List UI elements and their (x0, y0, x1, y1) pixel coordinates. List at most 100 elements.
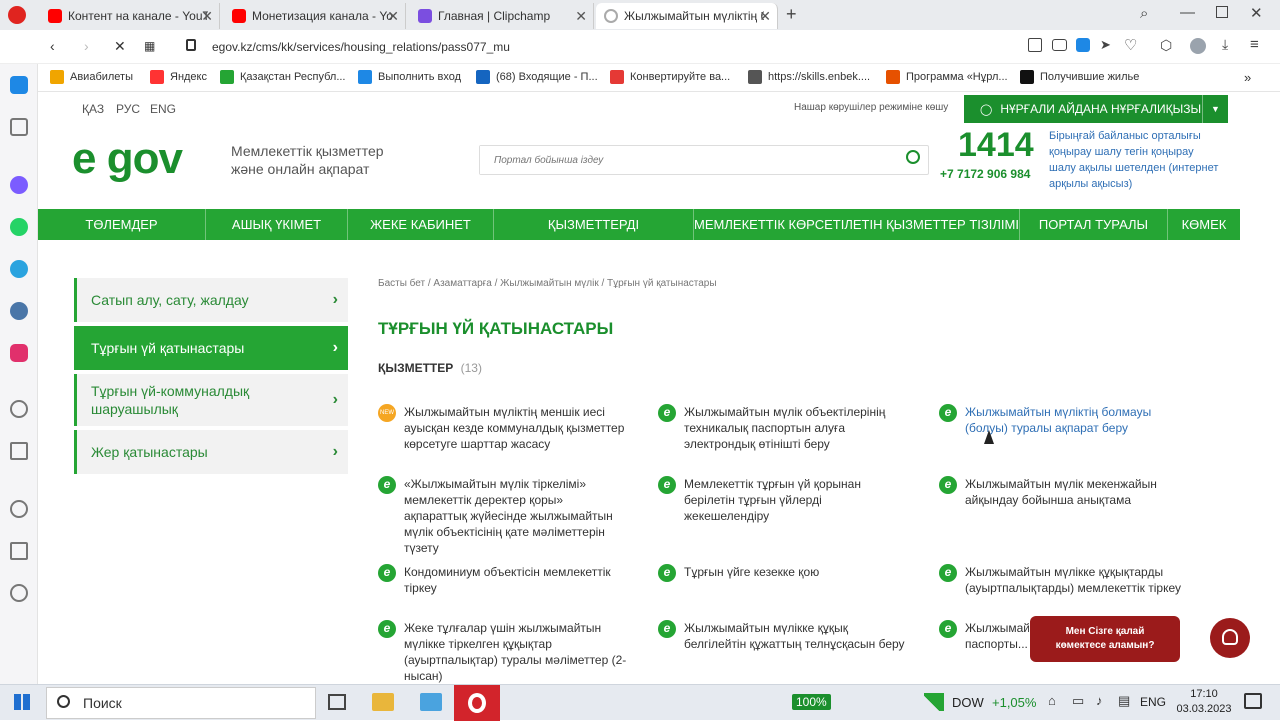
search-tabs-icon[interactable]: ⌕ (1140, 5, 1148, 22)
stock-name[interactable]: DOW (952, 695, 984, 710)
service-item-hover[interactable]: e Жылжымайтын мүліктің болмауы (болуы) ту… (939, 404, 1189, 436)
service-item[interactable]: e Жеке тұлғалар үшін жылжымайтын мүлікке … (378, 620, 628, 684)
avatar[interactable] (1190, 38, 1206, 54)
input-language[interactable]: ENG (1140, 695, 1166, 709)
user-menu[interactable]: ◯ НҰРҒАЛИ АЙДАНА НҰРҒАЛИҚЫЗЫ ▼ (964, 95, 1228, 123)
nav-service-registry[interactable]: МЕМЛЕКЕТТІК КӨРСЕТІЛЕТІН ҚЫЗМЕТТЕР ТІЗІЛ… (694, 209, 1020, 240)
nav-help[interactable]: КӨМЕК (1168, 209, 1240, 240)
bookmark-item[interactable]: (68) Входящие - П... (476, 70, 598, 84)
notifications-icon[interactable] (1244, 693, 1262, 709)
download-icon[interactable]: ⤓ (1222, 36, 1228, 53)
nav-payments[interactable]: ТӨЛЕМДЕР (38, 209, 206, 240)
bookmark-item[interactable]: Выполнить вход (358, 70, 461, 84)
battery-icon[interactable]: ▭ (1072, 693, 1084, 709)
file-explorer-icon[interactable] (372, 693, 394, 711)
shield-icon[interactable] (1076, 38, 1090, 52)
forward-button[interactable]: › (84, 38, 89, 54)
home-icon[interactable] (10, 76, 28, 94)
nav-open-government[interactable]: АШЫҚ ҮКІМЕТ (206, 209, 348, 240)
tab-clipchamp[interactable]: Главная | Clipchamp ✕ (410, 3, 594, 29)
task-view-icon[interactable] (328, 694, 346, 710)
cube-icon[interactable]: ⬡ (1160, 37, 1172, 54)
instagram-icon[interactable] (10, 344, 28, 362)
egov-logo[interactable]: e gov (72, 132, 183, 186)
left-menu-item[interactable]: Жер қатынастары › (74, 430, 348, 474)
service-item[interactable]: e Мемлекеттік тұрғын үй қорынан берілетін… (658, 476, 908, 524)
tab-youtube-content[interactable]: Контент на канале - YouTube ✕ (40, 3, 220, 29)
left-menu-item[interactable]: Сатып алу, сату, жалдау › (74, 278, 348, 322)
bookmark-item[interactable]: Авиабилеты (50, 70, 133, 84)
lang-kaz[interactable]: ҚАЗ (82, 102, 104, 116)
player-icon[interactable] (10, 400, 28, 418)
service-item[interactable]: e Кондоминиум объектісін мемлекеттік тірк… (378, 564, 628, 596)
close-tab-icon[interactable]: ✕ (387, 8, 399, 25)
heart-icon[interactable] (10, 500, 28, 518)
left-menu-item[interactable]: Тұрғын үй-коммуналдық шаруашылық › (74, 374, 348, 426)
taskbar-search[interactable]: Поиск (46, 687, 316, 719)
service-item[interactable]: e Жылжымайтын мүлікке құқық белгілейтін қ… (658, 620, 908, 652)
tab-egov-active[interactable]: Жылжымайтын мүліктің б ✕ (596, 3, 778, 29)
bookmark-item[interactable]: Қазақстан Республ... (220, 70, 345, 84)
heart-icon[interactable]: ♡ (1124, 36, 1137, 54)
service-item[interactable]: e Жылжымайтын мүлікке құқықтарды (ауыртпа… (939, 564, 1189, 596)
opera-logo-icon[interactable] (8, 6, 26, 24)
service-item[interactable]: e Жылжымайтын мүлік мекенжайын айқындау б… (939, 476, 1189, 508)
volume-icon[interactable]: ♪ (1096, 693, 1103, 708)
accessibility-link[interactable]: Нашар көрушілер режиміне көшу (794, 102, 948, 113)
service-item[interactable]: NEW Жылжымайтын мүліктің меншік иесі ауыс… (378, 404, 628, 452)
close-tab-icon[interactable]: ✕ (575, 8, 587, 25)
speed-dial-icon[interactable]: ▦ (144, 39, 155, 53)
windows-start-icon[interactable] (14, 694, 30, 710)
service-item[interactable]: e Тұрғын үйге кезекке қою (658, 564, 908, 582)
service-item[interactable]: e «Жылжымайтын мүлік тіркелімі» мемлекетт… (378, 476, 628, 556)
menu-icon[interactable]: ≡ (1250, 36, 1259, 53)
clock[interactable]: 17:10 03.03.2023 (1172, 687, 1236, 717)
lang-rus[interactable]: РУС (116, 102, 140, 116)
send-icon[interactable] (10, 442, 28, 460)
star-icon[interactable] (10, 118, 28, 136)
chevron-down-icon[interactable]: ▼ (1202, 95, 1228, 123)
edit-icon[interactable] (10, 542, 28, 560)
chat-bubble[interactable]: Мен Сізге қалай көмектесе аламын? (1030, 616, 1180, 662)
lang-eng[interactable]: ENG (150, 102, 176, 116)
back-button[interactable]: ‹ (50, 38, 55, 54)
app-icon[interactable] (420, 693, 442, 711)
chat-button[interactable] (1210, 618, 1250, 658)
more-bookmarks-icon[interactable]: » (1244, 70, 1251, 85)
camera-icon[interactable] (1052, 39, 1067, 51)
bookmark-item[interactable]: Яндекс (150, 70, 207, 84)
search-input[interactable] (480, 146, 900, 174)
bookmark-item[interactable]: Программа «Нұрл... (886, 70, 1008, 84)
stop-loading-button[interactable]: ✕ (114, 38, 126, 55)
new-tab-button[interactable]: + (786, 4, 797, 25)
edit-icon[interactable] (1028, 38, 1042, 52)
nav-approbation[interactable]: ҚЫЗМЕТТЕРДІ АПРОБАЦИЯЛАУ (494, 209, 694, 263)
bookmark-item[interactable]: Конвертируйте ва... (610, 70, 730, 84)
left-menu-item-active[interactable]: Тұрғын үй қатынастары › (74, 326, 348, 370)
url-input[interactable] (212, 36, 992, 58)
keyboard-icon[interactable]: ▤ (1118, 693, 1130, 709)
bookmark-item[interactable]: https://skills.enbek.... (748, 70, 870, 84)
search-icon[interactable] (906, 150, 920, 164)
minimize-button[interactable]: — (1180, 4, 1195, 21)
close-tab-icon[interactable]: ✕ (759, 8, 771, 25)
close-window-button[interactable]: ✕ (1250, 4, 1263, 22)
maximize-button[interactable] (1216, 6, 1228, 18)
messenger-icon[interactable] (10, 176, 28, 194)
bookmark-item[interactable]: Получившие жилье (1020, 70, 1139, 84)
nav-about[interactable]: ПОРТАЛ ТУРАЛЫ (1020, 209, 1168, 240)
vk-icon[interactable] (10, 302, 28, 320)
service-item[interactable]: e Жылжымай... паспорты... (939, 620, 1029, 652)
opera-taskbar-button[interactable] (454, 685, 500, 721)
nav-personal-cabinet[interactable]: ЖЕКЕ КАБИНЕТ (348, 209, 494, 240)
breadcrumb[interactable]: Басты бет / Азаматтарға / Жылжымайтын мү… (378, 278, 717, 289)
zoom-indicator[interactable]: 100% (792, 694, 831, 710)
stock-change[interactable]: +1,05% (992, 695, 1036, 710)
tab-youtube-monetization[interactable]: Монетизация канала - YouTube ✕ (224, 3, 406, 29)
close-tab-icon[interactable]: ✕ (201, 8, 213, 25)
network-icon[interactable]: ⌂ (1048, 693, 1056, 708)
history-icon[interactable] (10, 584, 28, 602)
service-item[interactable]: e Жылжымайтын мүлік объектілерінің техник… (658, 404, 908, 452)
send-icon[interactable]: ➤ (1100, 37, 1111, 53)
whatsapp-icon[interactable] (10, 218, 28, 236)
